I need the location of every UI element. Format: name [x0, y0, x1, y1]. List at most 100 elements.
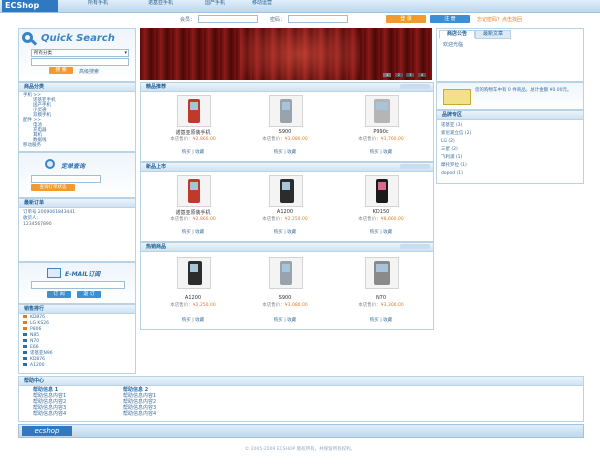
rank-number-icon	[23, 357, 27, 360]
search-icon-handle	[30, 39, 38, 46]
category-title: 商品分类	[19, 83, 135, 92]
register-button[interactable]: 注 册	[430, 15, 470, 23]
brand-item[interactable]: 三星 (2)	[441, 147, 458, 153]
logo[interactable]: ECShop	[2, 0, 58, 12]
notice-box: 商店公告 最新文章 欢迎光临	[436, 28, 584, 82]
login-button[interactable]: 登 录	[386, 15, 426, 23]
nav-item-2[interactable]: 诺基亚手机	[148, 0, 173, 7]
banner[interactable]: 1 2 3 4	[140, 28, 432, 80]
product-name[interactable]: A1200	[255, 209, 315, 215]
product-price: 本店售价：¥3,080.00	[262, 303, 308, 308]
tab-notice[interactable]: 商店公告	[439, 30, 475, 38]
username-input[interactable]	[198, 15, 258, 23]
email-box: E-MAIL订阅 订 阅 退 订	[18, 262, 136, 304]
product-name[interactable]: N70	[351, 295, 411, 301]
subscribe-button[interactable]: 订 阅	[47, 291, 71, 298]
product-price: 本店售价：¥2,860.00	[170, 217, 216, 222]
product-image[interactable]	[269, 95, 303, 127]
banner-dot[interactable]: 2	[394, 73, 403, 77]
search-button[interactable]: 搜 索	[49, 67, 73, 74]
rank-item[interactable]: A1200	[23, 363, 45, 369]
product-actions[interactable]: 购买 | 收藏	[255, 317, 315, 323]
product-name[interactable]: P990c	[351, 129, 411, 135]
email-title: E-MAIL订阅	[65, 271, 101, 278]
top-bar: ECShop 所有手机 诺基亚手机 国产手机 移动运营	[0, 0, 600, 13]
notice-text: 欢迎光临	[443, 42, 464, 48]
product-image[interactable]	[365, 175, 399, 207]
banner-dot[interactable]: 1	[383, 73, 392, 77]
phone-shape	[280, 99, 292, 123]
product-image[interactable]	[269, 257, 303, 289]
phone-screen	[190, 102, 198, 110]
product-image[interactable]	[365, 95, 399, 127]
product-actions[interactable]: 购买 | 收藏	[255, 229, 315, 235]
phone-shape	[188, 179, 200, 203]
product-image[interactable]	[365, 257, 399, 289]
brand-item[interactable]: 索尼爱立信 (2)	[441, 131, 471, 137]
product-name[interactable]: S900	[255, 129, 315, 135]
more-button[interactable]	[400, 244, 430, 249]
advanced-search-link[interactable]: 高级搜索	[79, 68, 99, 75]
phone-screen	[282, 264, 290, 272]
brand-item[interactable]: dopod (1)	[441, 171, 463, 177]
product-name[interactable]: 诺基亚原装手机	[163, 209, 223, 216]
product-image[interactable]	[177, 175, 211, 207]
nav-item-1[interactable]: 所有手机	[88, 0, 108, 7]
rank-number-icon	[23, 363, 27, 366]
brand-box: 品牌专区 诺基亚 (3) 索尼爱立信 (2) LG (2) 三星 (2) 飞利浦…	[436, 110, 584, 184]
product-actions[interactable]: 购买 | 收藏	[351, 229, 411, 235]
banner-dot[interactable]: 4	[418, 73, 426, 77]
order-row: 1234567890	[23, 222, 52, 227]
brand-item[interactable]: 摩托罗拉 (1)	[441, 163, 467, 169]
product-actions[interactable]: 购买 | 收藏	[351, 317, 411, 323]
tab-articles[interactable]: 最新文章	[475, 30, 511, 39]
product-name[interactable]: KD150	[351, 209, 411, 215]
product-name[interactable]: S900	[255, 295, 315, 301]
order-number-input[interactable]	[31, 175, 101, 183]
forgot-password-link[interactable]: 忘记密码？点击找回	[477, 16, 522, 23]
product-price: 本店售价：¥8,660.00	[358, 217, 404, 222]
brand-item[interactable]: 飞利浦 (1)	[441, 155, 462, 161]
product-actions[interactable]: 购买 | 收藏	[255, 149, 315, 155]
phone-screen	[376, 102, 388, 110]
nav-item-3[interactable]: 国产手机	[205, 0, 225, 7]
product-name[interactable]: A1200	[163, 295, 223, 301]
more-button[interactable]	[400, 84, 430, 89]
brand-item[interactable]: LG (2)	[441, 139, 455, 145]
rank-number-icon	[23, 345, 27, 348]
product-price: 本店售价：¥3,300.00	[358, 303, 404, 308]
magnifier-icon	[45, 159, 55, 169]
footer-logo[interactable]: ecshop	[22, 426, 72, 436]
phone-shape	[188, 99, 200, 123]
cart-icon[interactable]	[443, 89, 471, 105]
product-actions[interactable]: 购买 | 收藏	[163, 229, 223, 235]
nav-item-4[interactable]: 移动运营	[252, 0, 272, 7]
banner-dot[interactable]: 3	[406, 73, 415, 77]
order-query-button[interactable]: 查询订单状态	[31, 184, 75, 191]
help-link[interactable]: 帮助信息内容4	[33, 411, 123, 417]
product-image[interactable]	[177, 95, 211, 127]
email-input[interactable]	[31, 281, 125, 289]
product-image[interactable]	[177, 257, 211, 289]
quick-search-box: Quick Search 所有分类 ▾ 搜 索 高级搜索	[18, 28, 136, 82]
user-label: 会员：	[180, 17, 196, 23]
unsubscribe-button[interactable]: 退 订	[77, 291, 101, 298]
help-link[interactable]: 帮助信息内容4	[123, 411, 213, 417]
category-item[interactable]: 移动服务	[23, 143, 41, 149]
product-actions[interactable]: 购买 | 收藏	[351, 149, 411, 155]
product-image[interactable]	[269, 175, 303, 207]
category-select[interactable]: 所有分类 ▾	[31, 49, 129, 57]
footer-bar: ecshop	[18, 424, 584, 438]
phone-screen	[282, 102, 290, 110]
product-name[interactable]: 诺基亚原装手机	[163, 129, 223, 136]
product-actions[interactable]: 购买 | 收藏	[163, 149, 223, 155]
password-input[interactable]	[288, 15, 348, 23]
chevron-down-icon: ▾	[124, 50, 127, 56]
rank-number-icon	[23, 333, 27, 336]
rank-number-icon	[23, 321, 27, 324]
brand-item[interactable]: 诺基亚 (3)	[441, 123, 462, 129]
product-actions[interactable]: 购买 | 收藏	[163, 317, 223, 323]
keyword-input[interactable]	[31, 58, 129, 66]
rank-number-icon	[23, 327, 27, 330]
more-button[interactable]	[400, 164, 430, 169]
